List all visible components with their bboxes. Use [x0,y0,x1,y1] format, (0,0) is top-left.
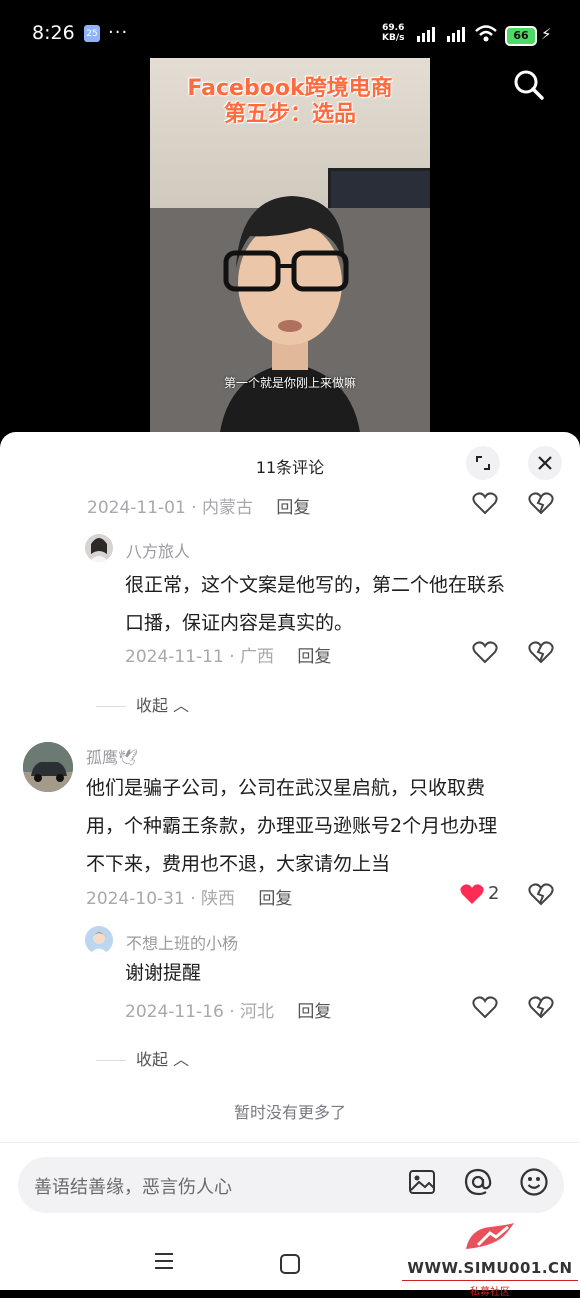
menu-nav-icon[interactable] [153,1251,175,1271]
like-heart-icon[interactable] [472,491,498,515]
comment-meta: 2024-11-11 · 广西 回复 [125,647,332,667]
no-more-comments: 暂时没有更多了 [233,1103,346,1122]
avatar-image [23,742,73,792]
comment-text: 谢谢提醒 [125,954,201,992]
home-nav-icon[interactable] [279,1253,301,1275]
reply-button[interactable]: 回复 [297,1002,331,1022]
close-icon [538,456,552,470]
like-heart-icon[interactable] [472,995,498,1019]
reply-button[interactable]: 回复 [276,498,310,518]
comment-username[interactable]: 不想上班的小杨 [126,930,238,954]
calendar-icon: 25 [84,25,100,42]
video-title-line2: 第五步：选品 [223,102,356,127]
divider [96,1060,126,1061]
comment-input-placeholder: 善语结善缘，恶言伤人心 [34,1177,232,1198]
comment-meta: 2024-11-16 · 河北 回复 [125,1002,332,1022]
avatar[interactable] [85,534,113,562]
expand-icon [476,456,490,470]
watermark-url: WWW.SIMU001.CN [407,1259,573,1277]
watermark-logo [466,1223,514,1249]
comment-text-line: 口播，保证内容是真实的。 [125,612,354,634]
comment-text-line: 用，个种霸王条款，办理亚马逊账号2个月也办理 [86,815,498,837]
comment-date: 2024-10-31 [86,889,185,909]
network-speed: 69.6 KB/s [382,23,404,43]
wifi-icon [475,25,497,42]
comment-meta: 2024-10-31 · 陕西 回复 [86,889,293,909]
dislike-heart-icon[interactable] [528,995,554,1019]
video-title: Facebook跨境电商 第五步：选品 [150,76,430,128]
comment-date: 2024-11-11 [125,647,224,667]
watermark: WWW.SIMU001.CN 私募社区 [402,1221,578,1298]
avatar[interactable] [23,742,73,792]
comment-region: 内蒙古 [202,498,254,518]
signal-icon [417,27,435,42]
comment-region: 河北 [240,1002,275,1022]
emoji-icon[interactable] [519,1167,549,1197]
comment-text-line: 他们是骗子公司，公司在武汉星启航，只收取费 [86,777,486,799]
avatar-image [85,926,113,954]
liked-heart-icon[interactable] [459,882,485,906]
comment-date: 2024-11-01 [87,498,186,518]
comment-text-line: 谢谢提醒 [125,962,202,984]
comment-meta: 2024-11-01 · 内蒙古 回复 [87,498,311,518]
network-speed-value: 69.6 [382,23,405,33]
collapse-replies-button[interactable]: 收起 ︿ [96,692,189,716]
video-subtitle: 第一个就是你刚上来做嘛 [223,376,356,390]
dislike-heart-icon[interactable] [528,491,554,515]
search-icon[interactable] [512,68,546,102]
comment-text: 他们是骗子公司，公司在武汉星启航，只收取费 用，个种霸王条款，办理亚马逊账号2个… [86,769,497,883]
video-title-line1: Facebook跨境电商 [187,76,393,101]
video-player[interactable]: Facebook跨境电商 第五步：选品 第一个就是你刚上来做嘛 [150,58,430,432]
like-heart-icon[interactable] [472,640,498,664]
reply-button[interactable]: 回复 [297,647,331,667]
comments-sheet: 11条评论 2024-11-01 · 内蒙古 回复 八方旅人 很正常，这个文案是… [0,432,580,1298]
close-button[interactable] [528,446,562,480]
dislike-heart-icon[interactable] [528,640,554,664]
battery-icon: 66 [505,26,537,46]
mention-icon[interactable] [463,1167,493,1197]
like-count: 2 [488,883,500,904]
watermark-tag: 私募社区 [402,1280,578,1298]
charging-icon: ⚡ [541,25,552,43]
comment-date: 2024-11-16 [125,1002,224,1022]
image-icon[interactable] [408,1168,436,1196]
comment-text-line: 很正常，这个文案是他写的，第二个他在联系 [125,574,506,596]
comment-region: 广西 [240,647,275,667]
comment-username[interactable]: 孤鹰🕊 [86,744,138,768]
more-notifications-icon: ··· [108,22,129,43]
network-speed-unit: KB/s [382,33,405,43]
clock: 8:26 [32,22,75,44]
divider [96,706,126,707]
comment-input-bar: 善语结善缘，恶言伤人心 WWW.SIMU001.CN 私募社区 [0,1142,580,1298]
expand-button[interactable] [466,446,500,480]
chevron-up-icon: ︿ [173,696,190,715]
collapse-label: 收起 [136,696,169,715]
reply-button[interactable]: 回复 [258,889,292,909]
comment-text: 很正常，这个文案是他写的，第二个他在联系 口播，保证内容是真实的。 [125,566,505,642]
comment-text-line: 不下来，费用也不退，大家请勿上当 [86,853,391,875]
comment-username[interactable]: 八方旅人 [126,538,190,562]
comment-region: 陕西 [201,889,236,909]
avatar[interactable] [85,926,113,954]
collapse-label: 收起 [136,1050,169,1069]
dislike-heart-icon[interactable] [528,882,554,906]
collapse-replies-button[interactable]: 收起 ︿ [96,1046,189,1070]
signal-icon-2 [447,27,465,42]
avatar-image [89,538,109,562]
chevron-up-icon: ︿ [173,1050,190,1069]
